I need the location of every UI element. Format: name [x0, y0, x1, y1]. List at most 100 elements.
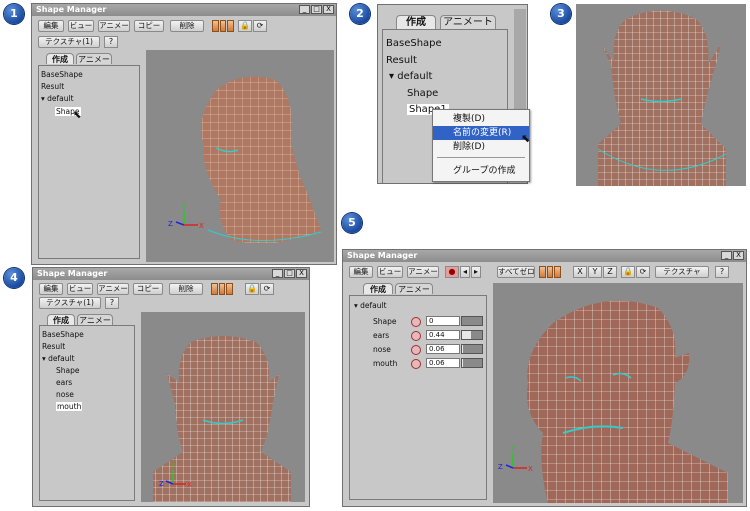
- step-badge-5: 5: [342, 213, 362, 233]
- slider-value-field[interactable]: 0.06: [426, 358, 460, 368]
- expand-arrow-icon: ▾: [354, 301, 358, 310]
- window-title: Shape Manager: [33, 268, 309, 280]
- tab-anime[interactable]: アニメート: [395, 283, 433, 305]
- close-button[interactable]: X: [296, 269, 307, 278]
- help-button[interactable]: ?: [105, 297, 119, 309]
- slider-track[interactable]: [461, 344, 483, 354]
- anime-menu-button[interactable]: アニメー: [98, 20, 130, 32]
- expand-arrow-icon: ▾: [389, 71, 395, 82]
- refresh-icon[interactable]: ⟳: [253, 20, 267, 32]
- edit-menu-button[interactable]: 編集: [38, 20, 64, 32]
- record-key-icon[interactable]: ●: [445, 266, 459, 278]
- keyframe-icon[interactable]: [411, 317, 421, 327]
- keyframe-icon[interactable]: [411, 331, 421, 341]
- prev-key-icon[interactable]: ◂: [460, 266, 470, 278]
- slider-value-field[interactable]: 0: [426, 316, 460, 326]
- tree-item-shape[interactable]: Shape: [407, 88, 438, 99]
- tree-item-default[interactable]: ▾ default: [389, 71, 432, 82]
- slider-track[interactable]: [461, 330, 483, 340]
- lock-icon[interactable]: 🔒: [238, 20, 252, 32]
- delete-button[interactable]: 削除: [169, 283, 203, 295]
- tree-item-nose[interactable]: nose: [56, 390, 74, 399]
- tab-anime[interactable]: アニメート: [440, 15, 496, 29]
- texture-menu-button[interactable]: テクスチャ: [655, 266, 709, 278]
- tree-item-default[interactable]: ▾ default: [354, 301, 387, 310]
- copy-button[interactable]: コピー: [133, 283, 163, 295]
- tab-anime[interactable]: アニメート: [77, 314, 113, 336]
- shape-bars-icon[interactable]: [212, 20, 235, 32]
- 3d-viewport[interactable]: Y X Z: [146, 50, 334, 262]
- texture-menu-button[interactable]: テクスチャ(1): [38, 36, 100, 48]
- help-button[interactable]: ?: [104, 36, 118, 48]
- slider-value-field[interactable]: 0.44: [426, 330, 460, 340]
- edit-menu-button[interactable]: 編集: [39, 283, 63, 295]
- slider-row-mouth: mouth 0.06: [343, 358, 487, 369]
- delete-button[interactable]: 削除: [170, 20, 204, 32]
- edit-menu-button[interactable]: 編集: [349, 266, 373, 278]
- minimize-button[interactable]: _: [272, 269, 283, 278]
- anime-menu-button[interactable]: アニメー: [407, 266, 439, 278]
- menu-item-create-group[interactable]: グループの作成: [433, 164, 529, 178]
- shape-manager-window-1: Shape Manager _ □ X 編集 ビュー アニメー コピー 削除 🔒…: [31, 3, 337, 265]
- tree-item-baseshape[interactable]: BaseShape: [386, 38, 442, 49]
- mesh-preview: [597, 10, 727, 186]
- minimize-button[interactable]: _: [721, 251, 732, 260]
- lock-icon[interactable]: 🔒: [621, 266, 635, 278]
- maximize-button[interactable]: □: [284, 269, 295, 278]
- keyframe-icon[interactable]: [411, 345, 421, 355]
- next-key-icon[interactable]: ▸: [471, 266, 481, 278]
- tree-item-shape[interactable]: Shape: [56, 366, 80, 375]
- slider-row-shape: Shape 0: [343, 316, 487, 327]
- menu-divider: [437, 157, 525, 158]
- slider-track[interactable]: [461, 358, 483, 368]
- close-button[interactable]: X: [733, 251, 744, 260]
- view-menu-button[interactable]: ビュー: [67, 283, 93, 295]
- tab-create[interactable]: 作成: [363, 283, 393, 294]
- texture-menu-button[interactable]: テクスチャ(1): [39, 297, 101, 309]
- close-button[interactable]: X: [323, 5, 334, 14]
- tree-item-ears[interactable]: ears: [56, 378, 72, 387]
- refresh-icon[interactable]: ⟳: [260, 283, 274, 295]
- x-axis-button[interactable]: X: [573, 266, 587, 278]
- expand-arrow-icon: ▾: [41, 94, 45, 103]
- slider-value-field[interactable]: 0.06: [426, 344, 460, 354]
- tree-item-result[interactable]: Result: [386, 55, 417, 66]
- slider-row-nose: nose 0.06: [343, 344, 487, 355]
- lock-icon[interactable]: 🔒: [245, 283, 259, 295]
- svg-text:X: X: [187, 481, 192, 489]
- 3d-viewport-3[interactable]: [576, 4, 746, 186]
- 3d-viewport[interactable]: Y X Z: [141, 312, 305, 502]
- tree-item-default[interactable]: ▾ default: [42, 354, 75, 363]
- 3d-viewport[interactable]: Y X Z: [493, 283, 743, 503]
- refresh-icon[interactable]: ⟳: [636, 266, 650, 278]
- tree-item-result[interactable]: Result: [41, 82, 64, 91]
- maximize-button[interactable]: □: [311, 5, 322, 14]
- menu-item-duplicate[interactable]: 複製(D): [433, 112, 529, 126]
- zero-all-button[interactable]: すべてゼロ: [497, 266, 535, 278]
- shape-bars-icon[interactable]: [211, 283, 234, 295]
- tree-item-default[interactable]: ▾ default: [41, 94, 74, 103]
- anime-menu-button[interactable]: アニメー: [97, 283, 129, 295]
- tab-create[interactable]: 作成: [396, 15, 436, 29]
- view-menu-button[interactable]: ビュー: [377, 266, 403, 278]
- z-axis-button[interactable]: Z: [603, 266, 617, 278]
- tree-item-result[interactable]: Result: [42, 342, 65, 351]
- help-button[interactable]: ?: [715, 266, 729, 278]
- tree-item-mouth[interactable]: mouth: [56, 402, 83, 411]
- tab-anime[interactable]: アニメート: [76, 53, 112, 75]
- copy-button[interactable]: コピー: [134, 20, 164, 32]
- keyframe-icon[interactable]: [411, 359, 421, 369]
- mouse-cursor-icon: ⬉: [521, 132, 531, 145]
- menu-item-delete[interactable]: 削除(D): [433, 140, 529, 154]
- slider-track[interactable]: [461, 316, 483, 326]
- shape-bars-icon[interactable]: [539, 266, 562, 278]
- tab-create[interactable]: 作成: [47, 314, 75, 325]
- menu-item-rename[interactable]: 名前の変更(R): [433, 126, 529, 140]
- tab-create[interactable]: 作成: [46, 53, 74, 64]
- minimize-button[interactable]: _: [299, 5, 310, 14]
- tree-item-baseshape[interactable]: BaseShape: [41, 70, 83, 79]
- slider-fill: [462, 359, 464, 367]
- y-axis-button[interactable]: Y: [588, 266, 602, 278]
- view-menu-button[interactable]: ビュー: [68, 20, 94, 32]
- tree-item-baseshape[interactable]: BaseShape: [42, 330, 84, 339]
